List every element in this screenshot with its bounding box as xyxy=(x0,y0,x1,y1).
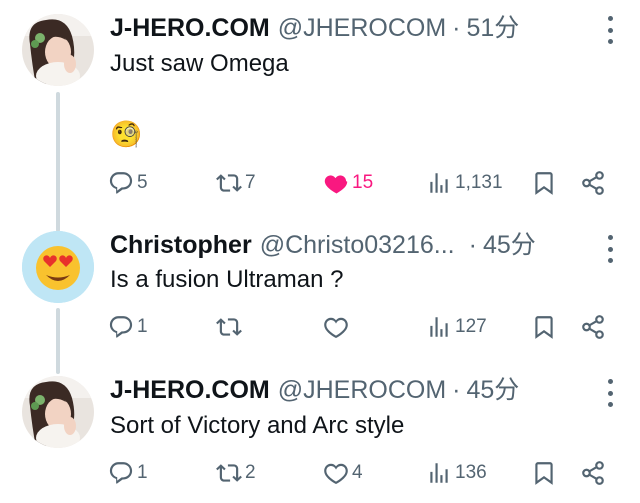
bookmark-icon xyxy=(531,314,557,340)
like-button[interactable]: 15 xyxy=(323,166,373,200)
like-button[interactable]: 4 xyxy=(323,456,363,490)
tweet-header: J-HERO.COM @JHEROCOM · 45分 xyxy=(110,375,590,405)
views-button[interactable]: 1,131 xyxy=(426,166,503,200)
reply-icon xyxy=(108,170,134,196)
views-button[interactable]: 127 xyxy=(426,310,487,344)
reply-button[interactable]: 1 xyxy=(108,310,148,344)
author-name[interactable]: J-HERO.COM xyxy=(110,13,270,43)
author-handle[interactable]: @JHEROCOM xyxy=(278,375,446,405)
retweet-count: 2 xyxy=(245,462,256,483)
avatar[interactable] xyxy=(22,231,94,303)
share-icon xyxy=(580,170,606,196)
tweet-2[interactable]: Christopher @Christo03216... · 45分 Is a … xyxy=(0,215,640,361)
views-count: 127 xyxy=(455,316,487,337)
author-handle[interactable]: @JHEROCOM xyxy=(278,13,446,43)
monocle-emoji: 🧐 xyxy=(110,119,143,149)
action-bar: 5 7 15 1,131 xyxy=(108,166,608,200)
reply-icon xyxy=(108,460,134,486)
reply-count: 5 xyxy=(137,172,148,193)
share-button[interactable] xyxy=(580,166,606,200)
tweet-3[interactable]: J-HERO.COM @JHEROCOM · 45分 Sort of Victo… xyxy=(0,361,640,503)
heart-eyes-emoji-avatar xyxy=(22,231,94,303)
reply-count: 1 xyxy=(137,462,148,483)
bookmark-icon xyxy=(531,170,557,196)
share-button[interactable] xyxy=(580,310,606,344)
timestamp[interactable]: 51分 xyxy=(467,13,520,43)
more-icon[interactable] xyxy=(606,379,614,407)
like-button[interactable] xyxy=(323,310,352,344)
avatar-photo xyxy=(22,14,94,86)
bookmark-button[interactable] xyxy=(531,456,557,490)
retweet-button[interactable]: 7 xyxy=(216,166,256,200)
views-icon xyxy=(426,314,452,340)
retweet-button[interactable]: 2 xyxy=(216,456,256,490)
bookmark-button[interactable] xyxy=(531,166,557,200)
reply-button[interactable]: 5 xyxy=(108,166,148,200)
share-icon xyxy=(580,460,606,486)
action-bar: 1 2 4 136 xyxy=(108,456,608,490)
views-icon xyxy=(426,460,452,486)
tweet-text: Sort of Victory and Arc style xyxy=(110,412,405,439)
separator-dot: · xyxy=(452,376,461,404)
share-button[interactable] xyxy=(580,456,606,490)
reply-count: 1 xyxy=(137,316,148,337)
retweet-button[interactable] xyxy=(216,310,245,344)
retweet-count: 7 xyxy=(245,172,256,193)
reply-button[interactable]: 1 xyxy=(108,456,148,490)
tweet-text: Is a fusion Ultraman ? xyxy=(110,266,344,293)
avatar-photo xyxy=(22,376,94,448)
retweet-icon xyxy=(216,314,242,340)
like-icon xyxy=(323,170,349,196)
author-name[interactable]: J-HERO.COM xyxy=(110,375,270,405)
tweet-header: Christopher @Christo03216... · 45分 xyxy=(110,230,590,260)
views-button[interactable]: 136 xyxy=(426,456,487,490)
avatar[interactable] xyxy=(22,376,94,448)
share-icon xyxy=(580,314,606,340)
tweet-header: J-HERO.COM @JHEROCOM · 51分 xyxy=(110,13,590,43)
more-icon[interactable] xyxy=(606,16,614,44)
views-icon xyxy=(426,170,452,196)
tweet-1[interactable]: J-HERO.COM @JHEROCOM · 51分 Just saw Omeg… xyxy=(0,0,640,215)
retweet-icon xyxy=(216,460,242,486)
avatar[interactable] xyxy=(22,14,94,86)
separator-dot: · xyxy=(468,231,477,259)
action-bar: 1 127 xyxy=(108,310,608,344)
reply-icon xyxy=(108,314,134,340)
views-count: 136 xyxy=(455,462,487,483)
tweet-text: Just saw Omega xyxy=(110,50,289,77)
views-count: 1,131 xyxy=(455,172,503,193)
separator-dot: · xyxy=(452,14,461,42)
author-handle[interactable]: @Christo03216... xyxy=(260,230,455,260)
like-icon xyxy=(323,314,349,340)
timestamp[interactable]: 45分 xyxy=(467,375,520,405)
bookmark-button[interactable] xyxy=(531,310,557,344)
author-name[interactable]: Christopher xyxy=(110,230,252,260)
retweet-icon xyxy=(216,170,242,196)
more-icon[interactable] xyxy=(606,235,614,263)
bookmark-icon xyxy=(531,460,557,486)
like-icon xyxy=(323,460,349,486)
timestamp[interactable]: 45分 xyxy=(483,230,536,260)
like-count: 15 xyxy=(352,172,374,193)
like-count: 4 xyxy=(352,462,363,483)
